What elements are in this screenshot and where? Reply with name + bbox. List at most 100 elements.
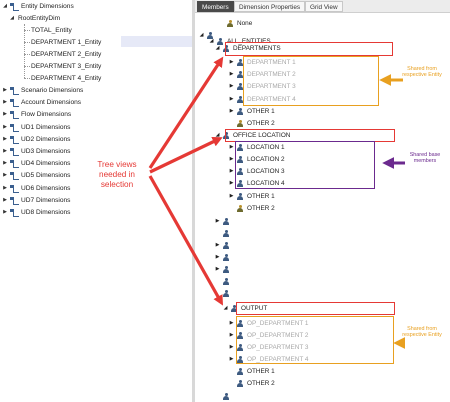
member-tree-row[interactable]	[215, 391, 233, 402]
tab-members[interactable]: Members	[197, 1, 234, 12]
collapse-arrow-icon[interactable]: ◢	[215, 130, 220, 141]
member-tree-row[interactable]: ▶ OTHER 1	[229, 191, 275, 202]
member-tree-row[interactable]: ▶	[215, 264, 233, 275]
expand-arrow-icon[interactable]: ▶	[229, 81, 234, 92]
member-label: OTHER 2	[247, 205, 275, 212]
expand-arrow-icon[interactable]: ▶	[229, 106, 234, 117]
tree-node-label: UD2 Dimensions	[21, 135, 71, 143]
dimension-folder-icon	[10, 123, 19, 132]
member-label: OTHER 1	[247, 193, 275, 200]
expand-arrow-icon[interactable]: ▶	[229, 94, 234, 105]
tree-node-label: UD5 Dimensions	[21, 172, 71, 180]
tree-connector	[24, 78, 30, 79]
collapse-arrow-icon[interactable]: ◢	[199, 30, 204, 41]
expand-arrow-icon[interactable]: ▶	[2, 109, 8, 120]
expand-arrow-icon[interactable]: ▶	[2, 158, 8, 169]
member-tree-row[interactable]: ▶	[215, 252, 233, 263]
expand-arrow-icon[interactable]: ▶	[2, 146, 8, 157]
tree-node-dimension[interactable]: ▶ UD2 Dimensions	[2, 134, 70, 145]
member-tree-row[interactable]: ▶	[215, 240, 233, 251]
tree-leaf-entity[interactable]: TOTAL_Entity	[31, 25, 72, 36]
tab-dimension-properties[interactable]: Dimension Properties	[234, 1, 306, 12]
tree-node-label: UD7 Dimensions	[21, 196, 71, 204]
member-icon	[222, 289, 230, 298]
tree-node-dimension[interactable]: ▶ Account Dimensions	[2, 97, 81, 108]
expand-arrow-icon[interactable]: ▶	[229, 57, 234, 68]
tree-node-label: UD8 Dimensions	[21, 209, 71, 216]
expand-arrow-icon[interactable]: ▶	[2, 183, 8, 194]
member-icon	[222, 265, 230, 274]
member-tree-row[interactable]: ▶ OTHER 1	[229, 106, 275, 117]
expand-arrow-icon[interactable]: ▶	[229, 318, 234, 329]
member-tree-row[interactable]: OTHER 2	[229, 203, 275, 214]
member-icon	[236, 107, 244, 116]
expand-arrow-icon[interactable]: ▶	[2, 207, 8, 218]
expand-arrow-icon[interactable]: ▶	[2, 195, 8, 206]
expand-arrow-icon[interactable]: ▶	[2, 85, 8, 96]
dimension-folder-icon	[10, 160, 19, 169]
tree-leaf-entity[interactable]: DEPARTMENT 3_Entity	[31, 61, 101, 72]
dimension-folder-icon	[10, 111, 19, 120]
dimension-folder-icon	[10, 3, 19, 11]
tree-node-root-entity-dim[interactable]: ◢ RootEntityDim	[9, 13, 60, 24]
member-icon	[236, 367, 244, 376]
expand-arrow-icon[interactable]: ▶	[215, 264, 220, 275]
expand-arrow-icon[interactable]: ▶	[229, 166, 234, 177]
member-tree-row[interactable]	[215, 288, 233, 299]
expand-arrow-icon[interactable]: ▶	[229, 142, 234, 153]
tree-node-dimension[interactable]: ▶ UD3 Dimensions	[2, 146, 70, 157]
tree-node-dimension[interactable]: ▶ UD7 Dimensions	[2, 195, 70, 206]
expand-arrow-icon[interactable]: ▶	[229, 330, 234, 341]
tree-node-label: Entity Dimensions	[21, 3, 74, 10]
expand-arrow-icon[interactable]: ▶	[215, 216, 220, 227]
tree-node-dimension[interactable]: ▶ UD6 Dimensions	[2, 183, 70, 194]
output-highlight-box	[236, 302, 395, 315]
collapse-arrow-icon[interactable]: ◢	[215, 43, 220, 54]
expand-arrow-icon[interactable]: ▶	[229, 342, 234, 353]
tab-grid-view[interactable]: Grid View	[305, 1, 343, 12]
collapse-arrow-icon[interactable]: ◢	[9, 13, 15, 24]
expand-arrow-icon[interactable]: ▶	[2, 122, 8, 133]
expand-arrow-icon[interactable]: ▶	[229, 69, 234, 80]
member-tree-row[interactable]: ▶	[215, 216, 233, 227]
tree-leaf-entity[interactable]: DEPARTMENT 4_Entity	[31, 73, 101, 84]
member-icon	[236, 192, 244, 201]
member-tree-row[interactable]: None	[219, 18, 252, 29]
expand-arrow-icon[interactable]: ▶	[2, 134, 8, 145]
member-tree-row[interactable]: OTHER 2	[229, 118, 275, 129]
collapse-arrow-icon[interactable]: ◢	[209, 36, 214, 47]
expand-arrow-icon[interactable]: ▶	[229, 178, 234, 189]
expand-arrow-icon[interactable]: ▶	[2, 97, 8, 108]
collapse-arrow-icon[interactable]: ◢	[2, 1, 8, 12]
expand-arrow-icon[interactable]: ▶	[229, 191, 234, 202]
tree-leaf-entity[interactable]: DEPARTMENT 1_Entity	[31, 37, 101, 48]
member-tree-row[interactable]	[215, 276, 233, 287]
member-icon	[236, 119, 244, 128]
member-label: OTHER 2	[247, 120, 275, 127]
tree-node-dimension[interactable]: ▶ UD1 Dimensions	[2, 122, 70, 133]
tree-node-dimension[interactable]: ▶ UD4 Dimensions	[2, 158, 70, 169]
member-label: OTHER 1	[247, 108, 275, 115]
member-icon	[236, 379, 244, 388]
expand-arrow-icon[interactable]: ▶	[215, 252, 220, 263]
member-tree-row[interactable]	[215, 228, 233, 239]
tree-node-label: UD4 Dimensions	[21, 160, 71, 168]
member-tree-row[interactable]: OTHER 2	[229, 378, 275, 389]
tree-node-dimension[interactable]: ▶ Flow Dimensions	[2, 109, 71, 120]
expand-arrow-icon[interactable]: ▶	[229, 354, 234, 365]
tree-leaf-entity[interactable]: DEPARTMENT 2_Entity	[31, 49, 101, 60]
expand-arrow-icon[interactable]: ▶	[215, 240, 220, 251]
tree-node-dimension[interactable]: ▶ UD8 Dimensions	[2, 207, 70, 218]
tree-connector	[24, 42, 30, 43]
members-panel: Members Dimension Properties Grid View N…	[195, 0, 450, 402]
tree-leaf-label: DEPARTMENT 3_Entity	[31, 63, 102, 70]
tree-node-dimension[interactable]: ▶ UD5 Dimensions	[2, 170, 70, 181]
tree-views-annotation: Tree views needed in selection	[97, 160, 137, 189]
departments-highlight-box	[225, 42, 393, 56]
tree-node-dimension[interactable]: ▶ Scenario Dimensions	[2, 85, 83, 96]
collapse-arrow-icon[interactable]: ◢	[223, 303, 228, 314]
member-tree-row[interactable]: OTHER 1	[229, 366, 275, 377]
tree-node-entity-dimensions[interactable]: ◢ Entity Dimensions	[2, 1, 74, 12]
expand-arrow-icon[interactable]: ▶	[2, 170, 8, 181]
expand-arrow-icon[interactable]: ▶	[229, 154, 234, 165]
